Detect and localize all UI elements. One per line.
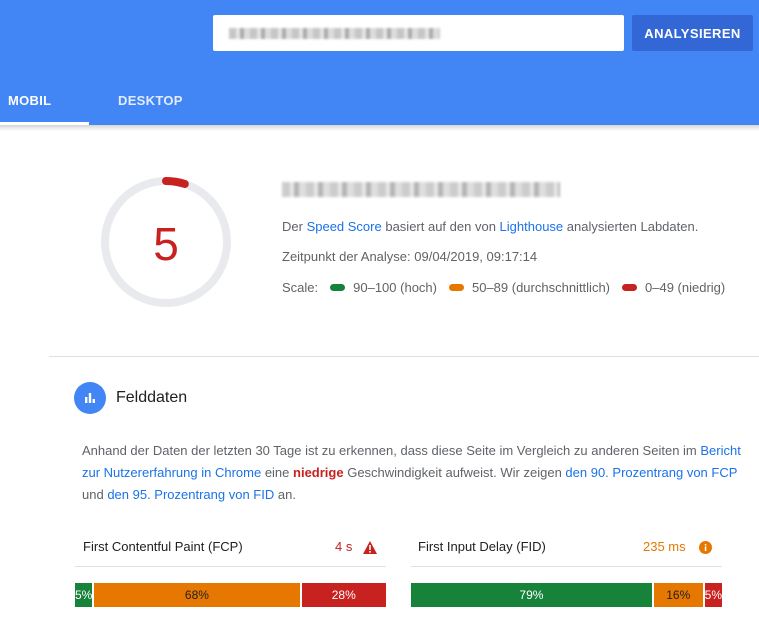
distribution-segment: 79%	[411, 583, 652, 607]
scale-average-dot	[448, 284, 464, 291]
fcp-metric-value: 4 s	[335, 539, 353, 554]
text: Geschwindigkeit aufweist. Wir zeigen	[343, 465, 566, 480]
distribution-segment: 5%	[704, 583, 722, 607]
analysis-timestamp: Zeitpunkt der Analyse: 09/04/2019, 09:17…	[282, 249, 538, 264]
app-header: ANALYSIEREN MOBIL DESKTOP	[0, 0, 759, 125]
redacted-page-url	[282, 182, 560, 197]
text: Der	[282, 219, 307, 234]
speed-score-link[interactable]: Speed Score	[307, 219, 382, 234]
bar-chart-icon	[74, 382, 106, 414]
warning-triangle-icon	[363, 541, 377, 554]
url-input[interactable]	[213, 15, 624, 51]
redacted-url	[229, 28, 440, 39]
fid-metric-name: First Input Delay (FID)	[418, 539, 546, 554]
fcp-percentile-link[interactable]: den 90. Prozentrang von FCP	[565, 465, 737, 480]
tab-desktop[interactable]: DESKTOP	[89, 78, 209, 125]
fid-percentile-link[interactable]: den 95. Prozentrang von FID	[107, 487, 274, 502]
speed-rating: niedrige	[293, 465, 344, 480]
field-data-title: Felddaten	[116, 389, 188, 406]
tab-mobile[interactable]: MOBIL	[0, 78, 89, 125]
distribution-segment: 28%	[301, 583, 386, 607]
distribution-segment: 16%	[653, 583, 703, 607]
fcp-metric-name: First Contentful Paint (FCP)	[83, 539, 243, 554]
fid-rule	[411, 566, 722, 567]
fcp-rule	[75, 566, 386, 567]
scale-poor-label: 0–49 (niedrig)	[645, 280, 726, 295]
fcp-distribution-bar: 5% 68% 28%	[75, 583, 386, 607]
distribution-segment: 5%	[75, 583, 93, 607]
text: an.	[274, 487, 296, 502]
scale-average-label: 50–89 (durchschnittlich)	[471, 280, 611, 295]
field-data-description: Anhand der Daten der letzten 30 Tage ist…	[82, 440, 742, 506]
header-shadow	[0, 125, 759, 131]
scale-good-label: 90–100 (hoch)	[353, 280, 437, 295]
tab-desktop-label: DESKTOP	[118, 93, 183, 108]
text: eine	[261, 465, 294, 480]
scale-good-dot	[330, 284, 346, 291]
text: basiert auf den von	[381, 219, 500, 234]
analyze-button[interactable]: ANALYSIEREN	[632, 15, 753, 51]
text: analysierten Labdaten.	[563, 219, 699, 234]
score-scale: Scale: 90–100 (hoch) 50–89 (durchschnitt…	[282, 280, 725, 295]
text: Anhand der Daten der letzten 30 Tage ist…	[82, 443, 701, 458]
tab-mobile-label: MOBIL	[8, 93, 52, 108]
speed-score-explanation: Der Speed Score basiert auf den von Ligh…	[282, 219, 698, 234]
info-circle-icon	[699, 541, 712, 554]
text: und	[82, 487, 108, 502]
fid-metric-value: 235 ms	[643, 539, 686, 554]
distribution-segment: 68%	[94, 583, 300, 607]
scale-poor-dot	[622, 284, 638, 291]
score-value: 5	[153, 218, 179, 270]
lighthouse-link[interactable]: Lighthouse	[500, 219, 564, 234]
fid-distribution-bar: 79% 16% 5%	[411, 583, 722, 607]
scale-label: Scale:	[282, 280, 319, 295]
section-divider	[49, 356, 759, 357]
